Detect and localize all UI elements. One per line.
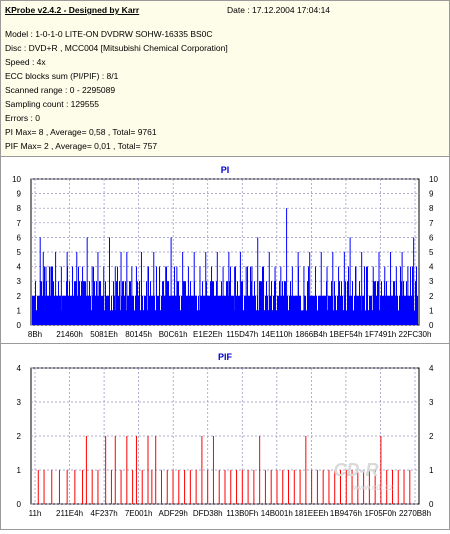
info-line: PIF Max= 2 , Average= 0,01 , Total= 757 <box>5 141 158 151</box>
pi-x-tick-label: 1866B4h <box>295 330 327 339</box>
pif-x-tick-label: 113B0Fh <box>226 509 258 518</box>
info-line: Model : 1-0-1-0 LITE-ON DVDRW SOHW-16335… <box>5 29 213 39</box>
pif-y-tick-label-right: 1 <box>429 466 434 475</box>
app-title: KProbe v2.4.2 - Designed by Karr <box>5 5 140 15</box>
pif-y-tick-label: 4 <box>17 364 22 373</box>
pi-y-tick-label-right: 1 <box>429 306 434 315</box>
pif-x-tick-label: 2270B8h <box>399 509 431 518</box>
pi-x-tick-label: 22FC30h <box>399 330 432 339</box>
pif-x-tick-label: 211E4h <box>56 509 83 518</box>
pif-x-tick-label: 181EEEh <box>294 509 328 518</box>
watermark-url: www.cdr.cz <box>352 483 393 492</box>
pi-chart: PI 0 0 1 1 2 2 3 3 4 4 5 5 6 6 7 7 8 8 9 9 10 10 8Bh 21460h 5081E… <box>12 165 438 339</box>
pi-y-tick-label: 2 <box>17 292 22 301</box>
pi-y-tick-label-right: 7 <box>429 219 434 228</box>
pif-x-tick-label: 4F237h <box>91 509 118 518</box>
pi-y-tick-label: 9 <box>17 190 22 199</box>
pi-x-tick-label: 8Bh <box>28 330 42 339</box>
pi-x-tick-label: 21460h <box>56 330 83 339</box>
pi-y-tick-label: 10 <box>12 175 21 184</box>
info-line: Errors : 0 <box>5 113 40 123</box>
watermark-logo: CD-R <box>334 460 379 480</box>
pif-chart-title: PIF <box>218 352 233 362</box>
pif-y-tick-label-right: 2 <box>429 432 434 441</box>
pi-y-tick-label-right: 9 <box>429 190 434 199</box>
pif-x-tick-label: 1F05F0h <box>364 509 396 518</box>
pi-chart-title: PI <box>221 165 230 175</box>
info-line: Sampling count : 129555 <box>5 99 100 109</box>
info-line: PI Max= 8 , Average= 0,58 , Total= 9761 <box>5 127 157 137</box>
scan-date: Date : 17.12.2004 17:04:14 <box>227 5 331 15</box>
pi-y-tick-label-right: 8 <box>429 204 434 213</box>
pif-x-tick-label: 11h <box>29 509 42 518</box>
pi-x-tick-label: B0C61h <box>159 330 188 339</box>
pif-y-tick-label-right: 3 <box>429 398 434 407</box>
pif-y-tick-label-right: 4 <box>429 364 434 373</box>
pi-chart-panel: PI 0 0 1 1 2 2 3 3 4 4 5 5 6 6 7 7 8 8 9 9 10 10 8Bh 21460h 5081E… <box>0 156 450 344</box>
pi-x-tick-label: 5081Eh <box>90 330 118 339</box>
pi-x-tick-label: 14E110h <box>261 330 292 339</box>
pif-x-tick-label: 14B001h <box>261 509 293 518</box>
pif-y-tick-label: 1 <box>17 466 22 475</box>
pi-y-tick-label-right: 5 <box>429 248 434 257</box>
pi-y-tick-label: 6 <box>17 233 22 242</box>
pif-y-tick-label-right: 0 <box>429 500 434 509</box>
info-panel: KProbe v2.4.2 - Designed by Karr Date : … <box>0 0 450 157</box>
info-line: ECC blocks sum (PI/PIF) : 8/1 <box>5 71 119 81</box>
pif-y-tick-label: 2 <box>17 432 22 441</box>
pi-y-tick-label: 3 <box>17 277 22 286</box>
pi-x-tick-label: 1F7491h <box>365 330 397 339</box>
pi-y-tick-label-right: 0 <box>429 321 434 330</box>
pi-x-tick-label: 80145h <box>125 330 152 339</box>
pi-y-tick-label-right: 4 <box>429 263 434 272</box>
pif-y-tick-label: 3 <box>17 398 22 407</box>
pif-x-tick-label: DFD38h <box>193 509 223 518</box>
info-line: Scanned range : 0 - 2295089 <box>5 85 116 95</box>
pi-y-tick-label: 0 <box>17 321 22 330</box>
pi-y-tick-label: 5 <box>17 248 22 257</box>
pi-y-tick-label: 7 <box>17 219 22 228</box>
pif-x-tick-label: ADF29h <box>159 509 188 518</box>
pif-x-tick-label: 1B9476h <box>330 509 362 518</box>
pif-y-tick-label: 0 <box>17 500 22 509</box>
pi-x-tick-label: E1E2Eh <box>193 330 222 339</box>
pi-y-tick-label-right: 3 <box>429 277 434 286</box>
pi-y-tick-label: 4 <box>17 263 22 272</box>
info-line: Disc : DVD+R , MCC004 [Mitsubishi Chemic… <box>5 43 228 53</box>
pif-x-tick-label: 7E001h <box>125 509 153 518</box>
pi-x-tick-label: 115D47h <box>226 330 258 339</box>
pif-chart-panel: PIF 0 0 1 1 2 2 3 3 4 4 11h 211E4h 4F237h 7E001h ADF29h… <box>0 343 450 530</box>
pi-y-tick-label-right: 2 <box>429 292 434 301</box>
pi-y-tick-label-right: 6 <box>429 233 434 242</box>
pi-x-tick-label: 1BEF54h <box>329 330 362 339</box>
pi-y-tick-label: 1 <box>17 306 22 315</box>
pi-y-tick-label: 8 <box>17 204 22 213</box>
pi-y-tick-label-right: 10 <box>429 175 438 184</box>
pif-chart: PIF 0 0 1 1 2 2 3 3 4 4 11h 211E4h 4F237h 7E001h ADF29h… <box>17 352 434 518</box>
info-line: Speed : 4x <box>5 57 46 67</box>
